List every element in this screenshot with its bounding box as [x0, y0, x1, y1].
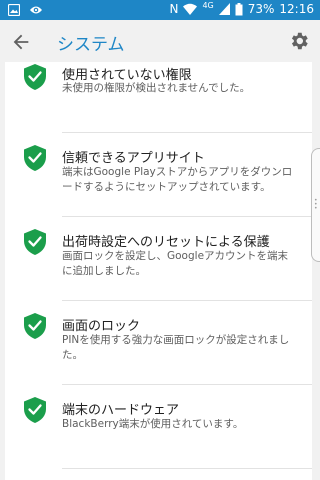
edge-panel-handle[interactable]: • • • [311, 148, 320, 262]
shield-check-icon [24, 313, 46, 339]
item-title: 端末のハードウェア [62, 403, 180, 418]
item-title: 信頼できるアプリサイト [62, 151, 205, 166]
item-description: 未使用の権限が検出されませんでした。 [62, 82, 251, 94]
page-title: システム [57, 35, 125, 55]
divider [62, 132, 312, 133]
battery-level: 73% [247, 2, 275, 16]
status-bar: N 4G 73% 12:16 [0, 0, 320, 20]
divider [62, 468, 312, 469]
item-description: 端末はGoogle Playストアからアプリをダウンロードするようにセットアップ… [62, 166, 293, 193]
arrow-back-icon[interactable] [10, 31, 32, 53]
security-checklist: 使用されていない権限 未使用の権限が検出されませんでした。 信頼できるアプリサイ… [5, 62, 312, 480]
item-description: BlackBerry端末が使用されています。 [62, 418, 244, 430]
shield-check-icon [24, 145, 46, 171]
item-title: 画面のロック [62, 319, 141, 334]
app-bar: システム [0, 20, 320, 62]
signal-icon [218, 3, 230, 15]
drag-dots-icon: • • • [314, 197, 318, 212]
divider [62, 216, 312, 217]
divider [62, 384, 312, 385]
shield-check-icon [24, 64, 46, 90]
wifi-icon [183, 3, 198, 15]
nfc-icon: N [169, 2, 179, 16]
shield-check-icon [24, 229, 46, 255]
battery-icon [235, 2, 243, 15]
image-icon [8, 4, 20, 16]
shield-check-icon [24, 397, 46, 423]
network-type: 4G [202, 0, 214, 10]
item-title: 出荷時設定へのリセットによる保護 [62, 235, 270, 250]
eye-icon [30, 6, 42, 14]
item-description: PINを使用する強力な画面ロックが設定されました。 [62, 334, 290, 361]
gear-icon[interactable] [288, 30, 310, 52]
divider [62, 300, 312, 301]
item-description: 画面ロックを設定し、Googleアカウントを端末に追加しました。 [62, 250, 289, 277]
status-time: 12:16 [279, 2, 314, 16]
